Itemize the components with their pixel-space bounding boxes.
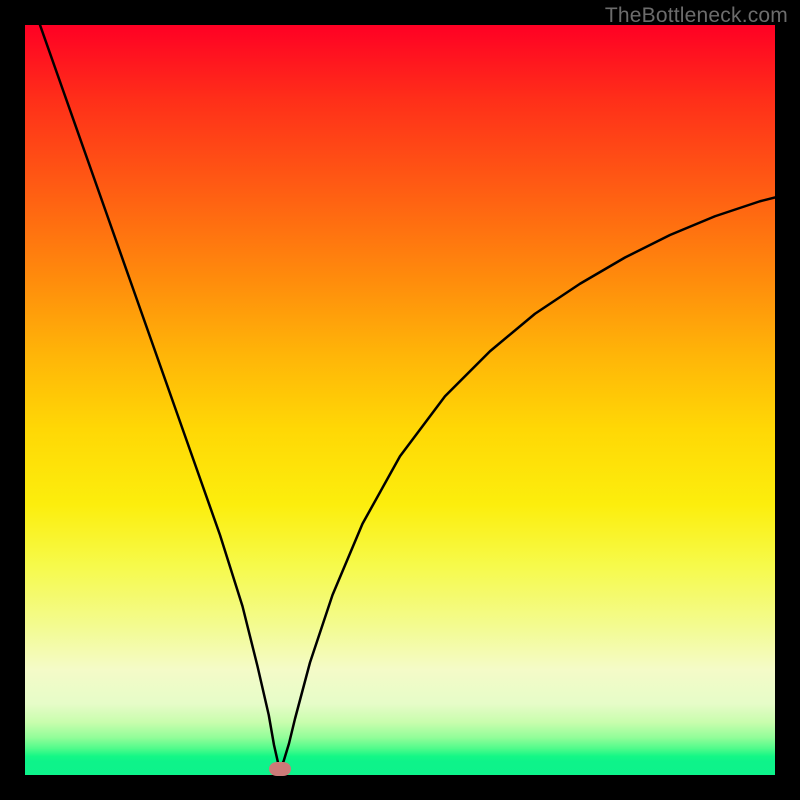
- minimum-marker: [269, 762, 291, 776]
- bottleneck-curve: [25, 25, 775, 775]
- chart-frame: TheBottleneck.com: [0, 0, 800, 800]
- watermark-text: TheBottleneck.com: [605, 4, 788, 28]
- plot-area: [25, 25, 775, 775]
